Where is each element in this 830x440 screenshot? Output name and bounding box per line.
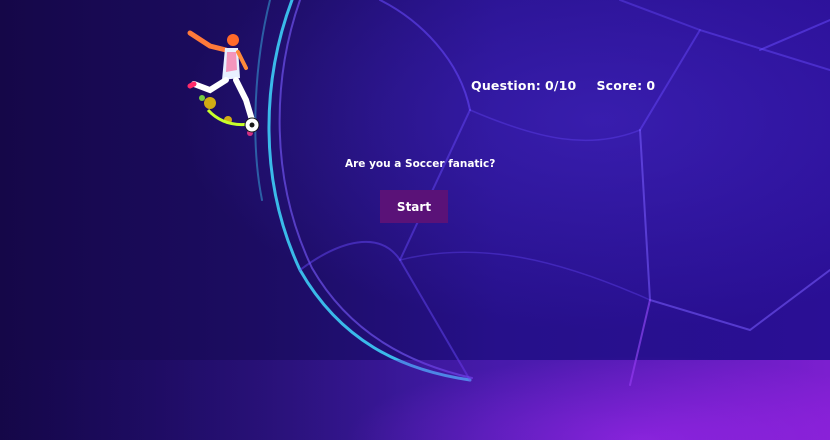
- soccer-player-icon: [187, 30, 260, 136]
- question-label: Question:: [471, 78, 541, 93]
- score-counter: Score: 0: [596, 78, 655, 93]
- score-value: 0: [646, 78, 656, 93]
- game-screen: Question: 0/10 Score: 0 Are you a Soccer…: [0, 0, 830, 440]
- question-counter: Question: 0/10: [471, 78, 576, 93]
- intro-prompt: Are you a Soccer fanatic?: [345, 158, 496, 170]
- hud-bar: Question: 0/10 Score: 0: [471, 78, 655, 93]
- question-value: 0/10: [545, 78, 577, 93]
- start-button[interactable]: Start: [380, 190, 448, 223]
- score-label: Score:: [596, 78, 643, 93]
